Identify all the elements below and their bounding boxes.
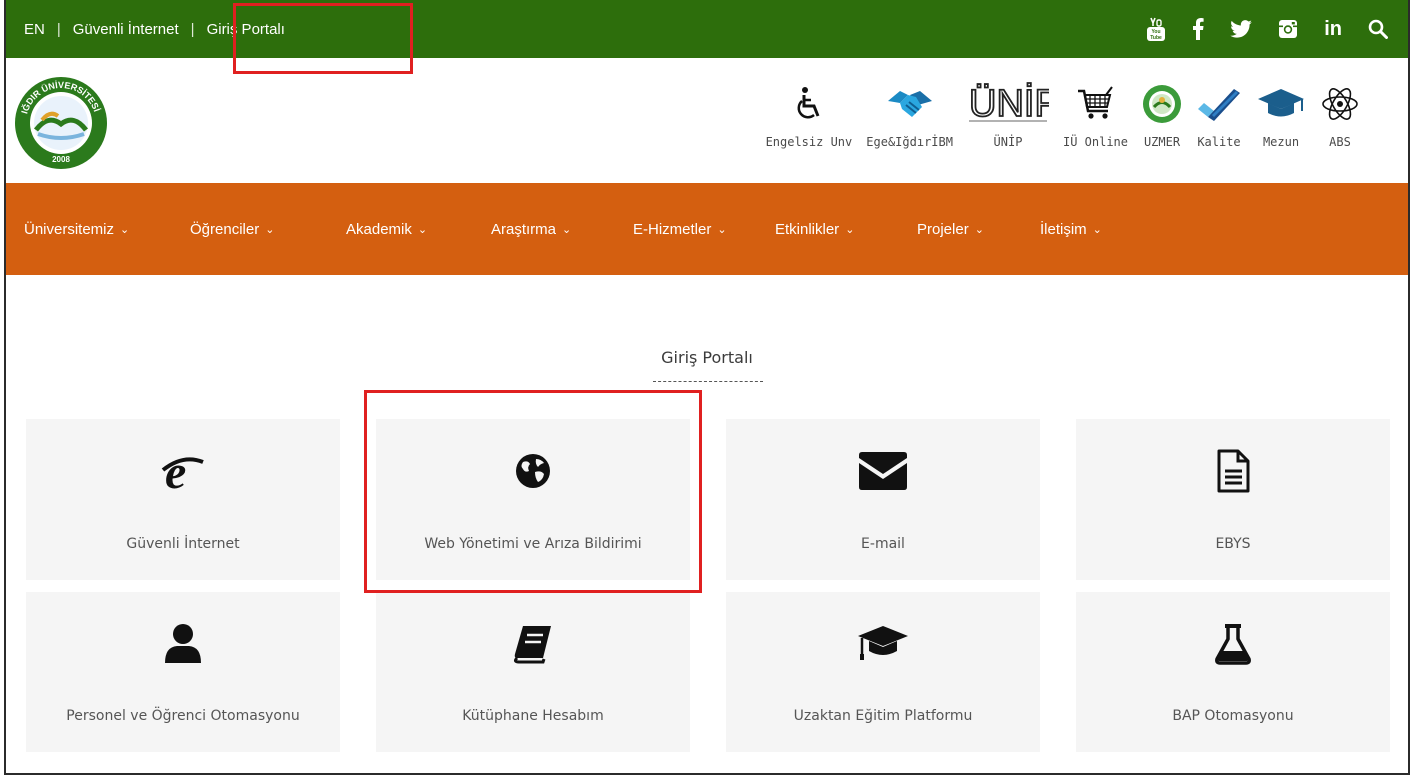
shortcut-unip[interactable]: ÜNİP ÜNİP bbox=[967, 81, 1049, 149]
quick-links: Engelsiz Unv Ege&IğdırİBM ÜNİP ÜNİP IÜ O… bbox=[752, 81, 1360, 149]
youtube-icon[interactable]: You Tube bbox=[1146, 16, 1166, 42]
cart-icon bbox=[1076, 81, 1114, 127]
uzmer-logo-icon bbox=[1142, 81, 1182, 127]
separator: | bbox=[56, 20, 61, 38]
handshake-icon bbox=[886, 81, 934, 127]
separator: | bbox=[190, 20, 195, 38]
search-icon[interactable] bbox=[1368, 19, 1388, 39]
language-link[interactable]: EN bbox=[24, 21, 45, 38]
logo-year: 2008 bbox=[52, 155, 70, 164]
nav-item-iletisim[interactable]: İletişim ⌄ bbox=[1040, 221, 1102, 238]
chevron-down-icon: ⌄ bbox=[845, 223, 855, 236]
card-guvenli-internet[interactable]: e Güvenli İnternet bbox=[26, 419, 340, 580]
top-bar: EN | Güvenli İnternet | Giriş Portalı Yo… bbox=[6, 0, 1408, 58]
svg-text:ÜNİP: ÜNİP bbox=[969, 82, 1049, 125]
top-links: EN | Güvenli İnternet | Giriş Portalı bbox=[24, 21, 285, 38]
internet-explorer-icon: e bbox=[161, 445, 205, 497]
envelope-icon bbox=[859, 445, 907, 497]
check-icon bbox=[1196, 81, 1242, 127]
card-personel-ogrenci[interactable]: Personel ve Öğrenci Otomasyonu bbox=[26, 592, 340, 752]
chevron-down-icon: ⌄ bbox=[1092, 223, 1102, 236]
document-icon bbox=[1216, 445, 1250, 497]
social-icons: You Tube in bbox=[1146, 0, 1388, 58]
title-divider bbox=[653, 381, 763, 382]
shortcut-ege-igdir[interactable]: Ege&IğdırİBM bbox=[866, 81, 953, 149]
nav-item-akademik[interactable]: Akademik ⌄ bbox=[346, 221, 491, 238]
shortcut-iu-online[interactable]: IÜ Online bbox=[1063, 81, 1128, 149]
flask-icon bbox=[1215, 618, 1251, 670]
nav-item-etkinlikler[interactable]: Etkinlikler ⌄ bbox=[775, 221, 917, 238]
svg-text:e: e bbox=[165, 448, 186, 494]
atom-icon bbox=[1320, 81, 1360, 127]
facebook-icon[interactable] bbox=[1192, 18, 1204, 40]
main-nav: Üniversitemiz ⌄ Öğrenciler ⌄ Akademik ⌄ Ara… bbox=[6, 183, 1408, 275]
graduation-cap-icon bbox=[856, 618, 910, 670]
instagram-icon[interactable] bbox=[1278, 19, 1298, 39]
university-logo[interactable]: 2008 IĞDIR ÜNİVERSİTESİ bbox=[14, 76, 108, 170]
twitter-icon[interactable] bbox=[1230, 20, 1253, 38]
user-icon bbox=[163, 618, 203, 670]
site-header: 2008 IĞDIR ÜNİVERSİTESİ Engelsiz Unv Ege… bbox=[6, 58, 1408, 183]
chevron-down-icon: ⌄ bbox=[265, 223, 275, 236]
shortcut-uzmer[interactable]: UZMER bbox=[1142, 81, 1182, 149]
graduation-cap-icon bbox=[1256, 81, 1306, 127]
card-web-yonetimi[interactable]: Web Yönetimi ve Arıza Bildirimi bbox=[376, 419, 690, 580]
guvenli-internet-link[interactable]: Güvenli İnternet bbox=[73, 21, 179, 38]
card-email[interactable]: E-mail bbox=[726, 419, 1040, 580]
chevron-down-icon: ⌄ bbox=[417, 223, 428, 236]
svg-text:Tube: Tube bbox=[1150, 35, 1162, 41]
chevron-down-icon: ⌄ bbox=[120, 223, 130, 236]
card-ebys[interactable]: EBYS bbox=[1076, 419, 1390, 580]
card-kutuphane[interactable]: Kütüphane Hesabım bbox=[376, 592, 690, 752]
page-title: Giriş Portalı bbox=[661, 348, 753, 367]
giris-portali-link[interactable]: Giriş Portalı bbox=[207, 21, 285, 38]
nav-item-arastirma[interactable]: Araştırma ⌄ bbox=[491, 221, 633, 238]
chevron-down-icon: ⌄ bbox=[717, 223, 727, 236]
nav-item-e-hizmetler[interactable]: E-Hizmetler ⌄ bbox=[633, 221, 775, 238]
browser-page: EN | Güvenli İnternet | Giriş Portalı Yo… bbox=[4, 0, 1410, 775]
unip-logo-icon: ÜNİP bbox=[967, 81, 1049, 127]
globe-icon bbox=[514, 445, 552, 497]
shortcut-engelsiz[interactable]: Engelsiz Unv bbox=[766, 81, 852, 149]
nav-item-ogrenciler[interactable]: Öğrenciler ⌄ bbox=[190, 221, 346, 238]
linkedin-icon[interactable]: in bbox=[1324, 19, 1342, 39]
shortcut-kalite[interactable]: Kalite bbox=[1196, 81, 1242, 149]
chevron-down-icon: ⌄ bbox=[562, 223, 572, 236]
wheelchair-icon bbox=[794, 81, 824, 127]
book-icon bbox=[513, 618, 553, 670]
shortcut-mezun[interactable]: Mezun bbox=[1256, 81, 1306, 149]
card-bap[interactable]: BAP Otomasyonu bbox=[1076, 592, 1390, 752]
shortcut-abs[interactable]: ABS bbox=[1320, 81, 1360, 149]
card-uzaktan-egitim[interactable]: Uzaktan Eğitim Platformu bbox=[726, 592, 1040, 752]
nav-item-universitemiz[interactable]: Üniversitemiz ⌄ bbox=[24, 221, 190, 238]
chevron-down-icon: ⌄ bbox=[974, 223, 984, 236]
nav-item-projeler[interactable]: Projeler ⌄ bbox=[917, 221, 1040, 238]
